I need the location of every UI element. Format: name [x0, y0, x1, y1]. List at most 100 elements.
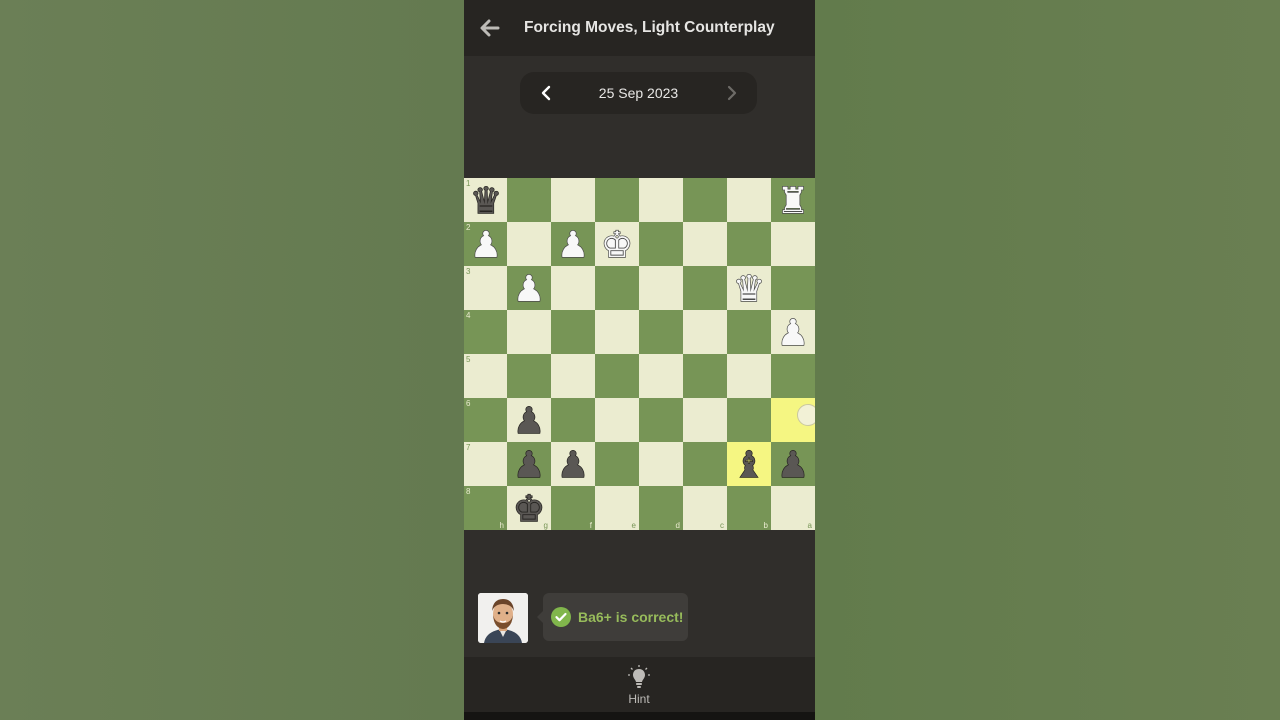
square-h1[interactable]: 1 ♛: [464, 178, 507, 222]
square-b4[interactable]: [727, 310, 771, 354]
white-pawn-piece[interactable]: ♟: [509, 268, 549, 308]
square-d3[interactable]: [639, 266, 683, 310]
square-h3[interactable]: 3: [464, 266, 507, 310]
rank-label: 2: [466, 223, 471, 232]
square-b7[interactable]: ♝: [727, 442, 771, 486]
square-g8[interactable]: g ♚: [507, 486, 551, 530]
square-a5[interactable]: [771, 354, 815, 398]
black-pawn-piece[interactable]: ♟: [509, 400, 549, 440]
puzzle-title: Forcing Moves, Light Counterplay: [524, 19, 775, 36]
svg-text:♟: ♟: [557, 445, 589, 484]
square-e4[interactable]: [595, 310, 639, 354]
back-arrow-icon[interactable]: [478, 16, 502, 40]
square-e7[interactable]: [595, 442, 639, 486]
white-pawn-piece[interactable]: ♟: [466, 224, 506, 264]
square-c7[interactable]: [683, 442, 727, 486]
square-b1[interactable]: [727, 178, 771, 222]
square-g4[interactable]: [507, 310, 551, 354]
square-a8[interactable]: a: [771, 486, 815, 530]
square-c5[interactable]: [683, 354, 727, 398]
square-g7[interactable]: ♟: [507, 442, 551, 486]
square-b5[interactable]: [727, 354, 771, 398]
square-g2[interactable]: [507, 222, 551, 266]
square-f7[interactable]: ♟: [551, 442, 595, 486]
square-e3[interactable]: [595, 266, 639, 310]
square-d2[interactable]: [639, 222, 683, 266]
square-e8[interactable]: e: [595, 486, 639, 530]
square-f1[interactable]: [551, 178, 595, 222]
svg-text:♟: ♟: [469, 225, 501, 264]
square-f3[interactable]: [551, 266, 595, 310]
white-pawn-piece[interactable]: ♟: [553, 224, 593, 264]
square-b3[interactable]: ♛: [727, 266, 771, 310]
svg-text:♝: ♝: [733, 445, 765, 484]
square-c6[interactable]: [683, 398, 727, 442]
square-d4[interactable]: [639, 310, 683, 354]
square-a3[interactable]: [771, 266, 815, 310]
square-c1[interactable]: [683, 178, 727, 222]
feedback-bubble: Ba6+ is correct!: [537, 593, 688, 641]
square-d5[interactable]: [639, 354, 683, 398]
square-a1[interactable]: ♜: [771, 178, 815, 222]
square-h6[interactable]: 6: [464, 398, 507, 442]
white-queen-piece[interactable]: ♛: [729, 268, 769, 308]
square-c8[interactable]: c: [683, 486, 727, 530]
chess-board[interactable]: 1 ♛ ♜ 2 ♟ ♟ ♚ 3 ♟ ♛ 4 ♟ 5 6 ♟ 7 ♟ ♟ ♝ ♟ 8 h g ♚ f e d c b a: [464, 178, 815, 530]
system-nav-strip: [464, 712, 815, 720]
black-queen-piece[interactable]: ♛: [466, 180, 506, 220]
square-h2[interactable]: 2 ♟: [464, 222, 507, 266]
square-h8[interactable]: 8h: [464, 486, 507, 530]
square-b2[interactable]: [727, 222, 771, 266]
square-c3[interactable]: [683, 266, 727, 310]
square-d7[interactable]: [639, 442, 683, 486]
phone-screen: Forcing Moves, Light Counterplay 25 Sep …: [464, 0, 815, 720]
square-f2[interactable]: ♟: [551, 222, 595, 266]
square-b8[interactable]: b: [727, 486, 771, 530]
square-d6[interactable]: [639, 398, 683, 442]
black-bishop-piece[interactable]: ♝: [729, 444, 769, 484]
hint-button[interactable]: Hint: [609, 663, 669, 709]
square-a4[interactable]: ♟: [771, 310, 815, 354]
svg-text:♟: ♟: [777, 445, 809, 484]
rank-label: 6: [466, 399, 471, 408]
square-a6[interactable]: [771, 398, 815, 442]
rank-label: 5: [466, 355, 471, 364]
top-bar: Forcing Moves, Light Counterplay: [464, 0, 815, 56]
square-f4[interactable]: [551, 310, 595, 354]
black-pawn-piece[interactable]: ♟: [553, 444, 593, 484]
white-pawn-piece[interactable]: ♟: [773, 312, 813, 352]
coach-avatar: [478, 593, 528, 643]
square-g6[interactable]: ♟: [507, 398, 551, 442]
square-f6[interactable]: [551, 398, 595, 442]
square-f5[interactable]: [551, 354, 595, 398]
chevron-right-icon[interactable]: [722, 84, 740, 102]
square-a2[interactable]: [771, 222, 815, 266]
white-king-piece[interactable]: ♚: [597, 224, 637, 264]
black-pawn-piece[interactable]: ♟: [509, 444, 549, 484]
file-label: f: [589, 521, 592, 530]
square-f8[interactable]: f: [551, 486, 595, 530]
square-c4[interactable]: [683, 310, 727, 354]
white-rook-piece[interactable]: ♜: [773, 180, 813, 220]
square-h7[interactable]: 7: [464, 442, 507, 486]
square-d8[interactable]: d: [639, 486, 683, 530]
svg-text:♟: ♟: [557, 225, 589, 264]
square-d1[interactable]: [639, 178, 683, 222]
bottom-bar: Hint: [464, 657, 815, 712]
svg-text:♚: ♚: [513, 489, 545, 528]
square-e2[interactable]: ♚: [595, 222, 639, 266]
square-c2[interactable]: [683, 222, 727, 266]
square-e6[interactable]: [595, 398, 639, 442]
black-pawn-piece[interactable]: ♟: [773, 444, 813, 484]
square-a7[interactable]: ♟: [771, 442, 815, 486]
svg-text:♜: ♜: [777, 181, 809, 220]
square-g3[interactable]: ♟: [507, 266, 551, 310]
square-h4[interactable]: 4: [464, 310, 507, 354]
square-g1[interactable]: [507, 178, 551, 222]
square-e1[interactable]: [595, 178, 639, 222]
check-circle-icon: [551, 607, 571, 627]
square-g5[interactable]: [507, 354, 551, 398]
square-e5[interactable]: [595, 354, 639, 398]
square-h5[interactable]: 5: [464, 354, 507, 398]
square-b6[interactable]: [727, 398, 771, 442]
